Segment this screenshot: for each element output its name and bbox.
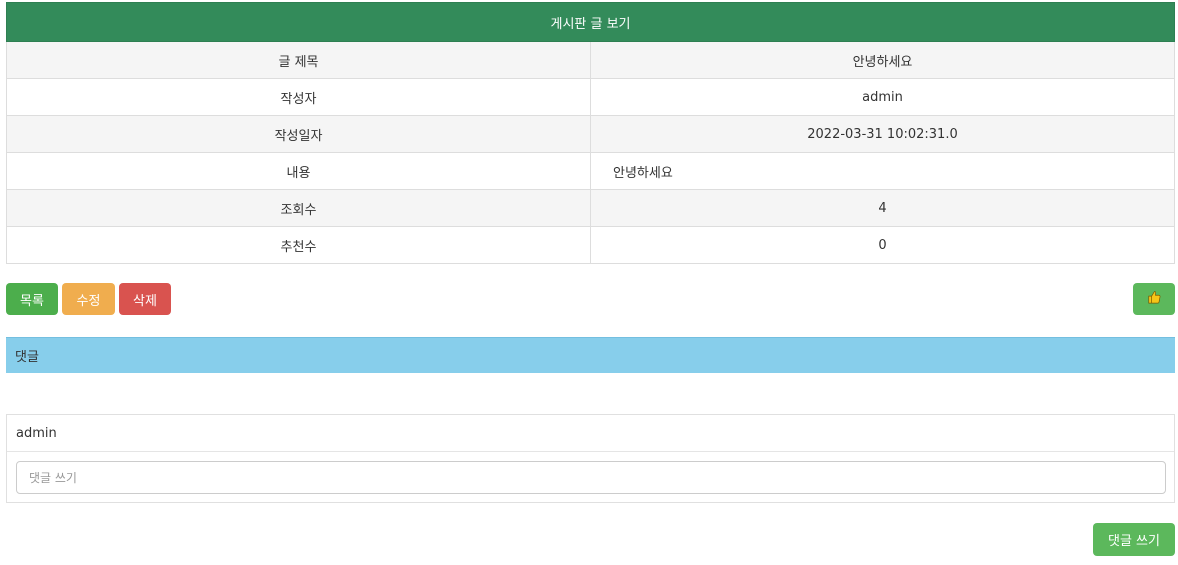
- comment-section-header: 댓글: [6, 337, 1175, 373]
- post-content-value: 안녕하세요: [590, 152, 1175, 190]
- row-label-author: 작성자: [6, 78, 591, 116]
- delete-button[interactable]: 삭제: [119, 283, 171, 315]
- table-row-likes: 추천수 0: [6, 226, 1175, 264]
- table-row-content: 내용 안녕하세요: [6, 152, 1175, 190]
- post-views-value: 4: [590, 189, 1175, 227]
- row-label-likes: 추천수: [6, 226, 591, 264]
- list-button[interactable]: 목록: [6, 283, 58, 315]
- row-label-title: 글 제목: [6, 41, 591, 79]
- row-label-date: 작성일자: [6, 115, 591, 153]
- comment-author: admin: [7, 415, 1174, 452]
- row-label-content: 내용: [6, 152, 591, 190]
- like-button[interactable]: [1133, 283, 1175, 315]
- table-row-title: 글 제목 안녕하세요: [6, 41, 1175, 79]
- table-row-author: 작성자 admin: [6, 78, 1175, 116]
- post-author-value: admin: [590, 78, 1175, 116]
- table-header-row: 게시판 글 보기: [6, 2, 1175, 42]
- post-detail-table: 게시판 글 보기 글 제목 안녕하세요 작성자 admin 작성일자 2022-…: [6, 2, 1175, 264]
- table-row-date: 작성일자 2022-03-31 10:02:31.0: [6, 115, 1175, 153]
- edit-button[interactable]: 수정: [62, 283, 115, 315]
- page-title: 게시판 글 보기: [6, 2, 1175, 42]
- comment-submit-button[interactable]: 댓글 쓰기: [1093, 523, 1175, 556]
- post-date-value: 2022-03-31 10:02:31.0: [590, 115, 1175, 153]
- post-title-value: 안녕하세요: [590, 41, 1175, 79]
- post-likes-value: 0: [590, 226, 1175, 264]
- comment-form: admin: [6, 414, 1175, 503]
- comment-section-title: 댓글: [15, 350, 39, 365]
- table-row-views: 조회수 4: [6, 189, 1175, 227]
- comment-input[interactable]: [16, 461, 1166, 494]
- row-label-views: 조회수: [6, 189, 591, 227]
- thumbs-up-icon: [1147, 290, 1161, 308]
